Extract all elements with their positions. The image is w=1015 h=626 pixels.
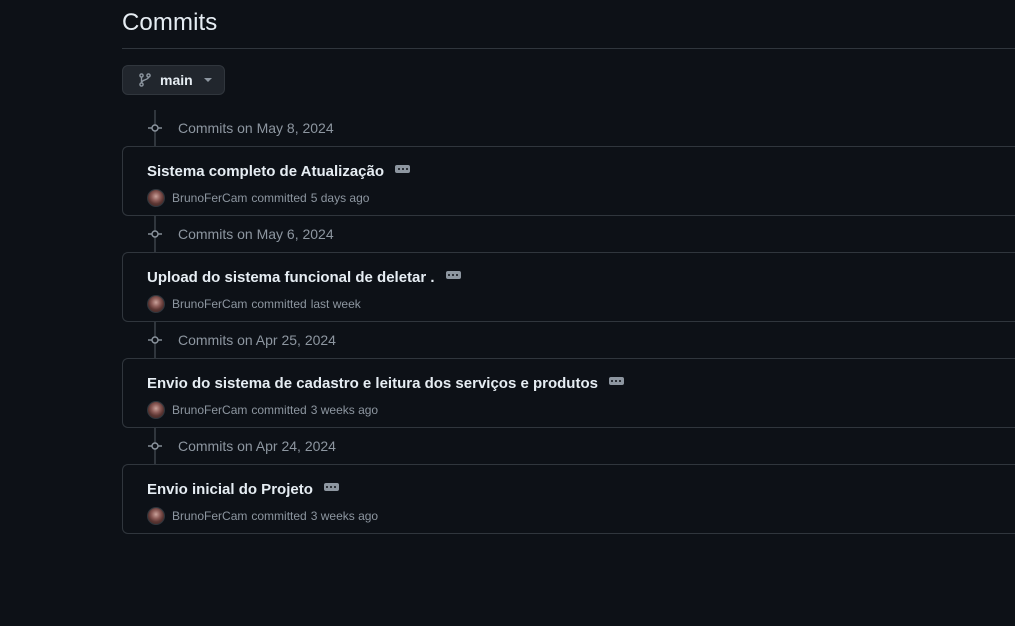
ellipsis-dot <box>611 379 614 382</box>
commit-date-heading: Commits on May 8, 2024 <box>178 120 334 136</box>
commit-meta: BrunoFerCam committed last week <box>147 295 361 313</box>
ellipsis-dot <box>615 379 618 382</box>
commit-meta: BrunoFerCam committed 3 weeks ago <box>147 401 378 419</box>
commit-group: Commits on May 6, 2024 Upload do sistema… <box>122 216 1015 322</box>
commit-author-link[interactable]: BrunoFerCam <box>172 403 247 417</box>
git-commit-icon <box>148 124 162 132</box>
expand-message-button[interactable] <box>608 376 624 385</box>
date-row: Commits on May 8, 2024 <box>122 110 1015 146</box>
commit-title-link[interactable]: Envio do sistema de cadastro e leitura d… <box>147 375 598 392</box>
avatar[interactable] <box>147 507 165 525</box>
caret-down-icon <box>203 78 212 82</box>
commit-time: last week <box>310 297 361 311</box>
commit-group: Commits on Apr 24, 2024 Envio inicial do… <box>122 428 1015 534</box>
commit-time: 5 days ago <box>310 191 370 205</box>
ellipsis-dot <box>448 273 451 276</box>
commit-title-link[interactable]: Envio inicial do Projeto <box>147 481 313 498</box>
avatar[interactable] <box>147 295 165 313</box>
commit-date-heading: Commits on May 6, 2024 <box>178 226 334 242</box>
ellipsis-dot <box>401 167 404 170</box>
page-title: Commits <box>122 9 218 36</box>
date-row: Commits on Apr 25, 2024 <box>122 322 1015 358</box>
commit-time: 3 weeks ago <box>310 403 379 417</box>
git-commit-icon <box>148 442 162 450</box>
commit-title-row: Upload do sistema funcional de deletar . <box>147 269 461 286</box>
ellipsis-dot <box>397 167 400 170</box>
commit-timeline: Commits on May 8, 2024 Sistema completo … <box>122 110 1015 534</box>
avatar[interactable] <box>147 401 165 419</box>
avatar[interactable] <box>147 189 165 207</box>
commit-action: committed <box>251 509 307 523</box>
title-divider <box>122 48 1015 49</box>
date-row: Commits on Apr 24, 2024 <box>122 428 1015 464</box>
commit-title-link[interactable]: Sistema completo de Atualização <box>147 163 384 180</box>
commit-action: committed <box>251 297 307 311</box>
ellipsis-dot <box>334 485 337 488</box>
commit-title-row: Sistema completo de Atualização <box>147 163 411 180</box>
commit-author-link[interactable]: BrunoFerCam <box>172 191 247 205</box>
commit-date-heading: Commits on Apr 24, 2024 <box>178 438 336 454</box>
commit-meta: BrunoFerCam committed 5 days ago <box>147 189 369 207</box>
commit-meta: BrunoFerCam committed 3 weeks ago <box>147 507 378 525</box>
ellipsis-dot <box>330 485 333 488</box>
ellipsis-dot <box>452 273 455 276</box>
commit-row: Sistema completo de Atualização BrunoFer… <box>122 146 1015 216</box>
commit-title-row: Envio do sistema de cadastro e leitura d… <box>147 375 624 392</box>
commit-action: committed <box>251 403 307 417</box>
git-commit-icon <box>148 230 162 238</box>
commit-row: Upload do sistema funcional de deletar .… <box>122 252 1015 322</box>
expand-message-button[interactable] <box>445 270 461 279</box>
commit-action: committed <box>251 191 307 205</box>
commit-time: 3 weeks ago <box>310 509 379 523</box>
commit-row: Envio do sistema de cadastro e leitura d… <box>122 358 1015 428</box>
branch-label: main <box>160 72 193 88</box>
date-row: Commits on May 6, 2024 <box>122 216 1015 252</box>
commit-author-link[interactable]: BrunoFerCam <box>172 509 247 523</box>
commit-title-link[interactable]: Upload do sistema funcional de deletar . <box>147 269 435 286</box>
commit-group: Commits on Apr 25, 2024 Envio do sistema… <box>122 322 1015 428</box>
ellipsis-dot <box>619 379 622 382</box>
commit-group: Commits on May 8, 2024 Sistema completo … <box>122 110 1015 216</box>
commit-date-heading: Commits on Apr 25, 2024 <box>178 332 336 348</box>
expand-message-button[interactable] <box>395 164 411 173</box>
commit-title-row: Envio inicial do Projeto <box>147 481 339 498</box>
expand-message-button[interactable] <box>323 482 339 491</box>
commit-row: Envio inicial do Projeto BrunoFerCam com… <box>122 464 1015 534</box>
commit-author-link[interactable]: BrunoFerCam <box>172 297 247 311</box>
branch-select-button[interactable]: main <box>122 65 225 95</box>
git-commit-icon <box>148 336 162 344</box>
ellipsis-dot <box>405 167 408 170</box>
git-branch-icon <box>137 72 153 88</box>
commits-page: Commits main Commits on May 8, 2024 Sist… <box>0 0 1015 626</box>
ellipsis-dot <box>326 485 329 488</box>
ellipsis-dot <box>456 273 459 276</box>
